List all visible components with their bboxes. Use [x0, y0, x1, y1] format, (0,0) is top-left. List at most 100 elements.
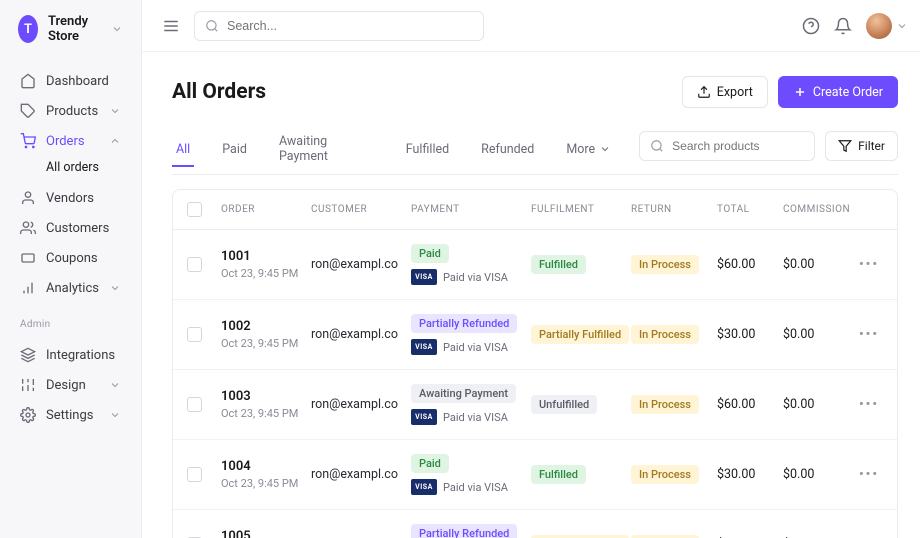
row-actions-button[interactable]: ••• [849, 467, 889, 482]
sidebar-item-label: Design [46, 378, 86, 393]
store-switcher[interactable]: T Trendy Store [0, 14, 141, 60]
sidebar-item-label: Orders [46, 134, 85, 149]
fulfilment-badge: Fulfilled [531, 465, 586, 484]
visa-icon: VISA [411, 409, 437, 425]
customer-email: ron@exampl.co [311, 257, 411, 272]
help-button[interactable] [802, 17, 820, 35]
fulfilment-badge: Fulfilled [531, 255, 586, 274]
sidebar: T Trendy Store Dashboard Products Orders… [0, 0, 142, 538]
customer-email: ron@exampl.co [311, 467, 411, 482]
filter-button[interactable]: Filter [825, 131, 898, 161]
sidebar-item-settings[interactable]: Settings [10, 400, 131, 430]
table-row[interactable]: 1005Oct 23, 9:45 PMron@exampl.coPartiall… [173, 510, 897, 538]
page-title: All Orders [172, 80, 266, 104]
col-order: ORDER [221, 204, 311, 215]
row-checkbox[interactable] [187, 397, 202, 412]
order-id: 1002 [221, 319, 311, 334]
cart-icon [20, 133, 36, 149]
col-payment: PAYMENT [411, 204, 531, 215]
table-row[interactable]: 1004Oct 23, 9:45 PMron@exampl.coPaidVISA… [173, 440, 897, 510]
customer-email: ron@exampl.co [311, 327, 411, 342]
payment-badge: Partially Refunded [411, 314, 517, 333]
table-row[interactable]: 1002Oct 23, 9:45 PMron@exampl.coPartiall… [173, 300, 897, 370]
row-checkbox[interactable] [187, 467, 202, 482]
sidebar-item-integrations[interactable]: Integrations [10, 340, 131, 370]
content: All Orders Export Create Order All Paid … [142, 52, 920, 538]
table-row[interactable]: 1001Oct 23, 9:45 PMron@exampl.coPaidVISA… [173, 230, 897, 300]
chevron-down-icon [111, 23, 123, 35]
sidebar-item-coupons[interactable]: Coupons [10, 243, 131, 273]
order-date: Oct 23, 9:45 PM [221, 407, 311, 420]
chevron-down-icon [109, 379, 121, 391]
select-all-checkbox[interactable] [187, 202, 202, 217]
fulfilment-badge: Partially Fulfilled [531, 325, 629, 344]
visa-icon: VISA [411, 479, 437, 495]
sidebar-item-analytics[interactable]: Analytics [10, 273, 131, 303]
row-actions-button[interactable]: ••• [849, 257, 889, 272]
chevron-down-icon [109, 105, 121, 117]
row-checkbox[interactable] [187, 257, 202, 272]
layers-icon [20, 347, 36, 363]
global-search[interactable] [194, 11, 484, 41]
col-customer: CUSTOMER [311, 204, 411, 215]
export-button[interactable]: Export [682, 76, 768, 108]
plus-icon [793, 85, 807, 99]
chevron-down-icon [109, 409, 121, 421]
store-name: Trendy Store [48, 14, 101, 44]
global-search-input[interactable] [227, 19, 473, 33]
tab-more[interactable]: More [562, 134, 615, 167]
row-actions-button[interactable]: ••• [849, 327, 889, 342]
row-actions-button[interactable]: ••• [849, 397, 889, 412]
sidebar-item-label: Vendors [46, 191, 94, 206]
menu-toggle[interactable] [162, 17, 180, 35]
commission-amount: $0.00 [783, 467, 849, 482]
sidebar-subitem-all-orders[interactable]: All orders [10, 156, 131, 183]
sidebar-item-label: Integrations [46, 348, 115, 363]
orders-table: ORDER CUSTOMER PAYMENT FULFILMENT RETURN… [172, 189, 898, 538]
main: All Orders Export Create Order All Paid … [142, 0, 920, 538]
col-commission: COMMISSION [783, 204, 849, 215]
return-badge: In Process [631, 325, 699, 344]
row-checkbox[interactable] [187, 327, 202, 342]
chevron-down-icon [896, 20, 908, 32]
sidebar-item-dashboard[interactable]: Dashboard [10, 66, 131, 96]
sidebar-item-label: Coupons [46, 251, 98, 266]
sidebar-item-products[interactable]: Products [10, 96, 131, 126]
chevron-down-icon [599, 143, 611, 155]
table-row[interactable]: 1003Oct 23, 9:45 PMron@exampl.coAwaiting… [173, 370, 897, 440]
tabs: All Paid Awaiting Payment Fulfilled Refu… [172, 126, 898, 175]
sidebar-item-orders[interactable]: Orders [10, 126, 131, 156]
sidebar-item-vendors[interactable]: Vendors [10, 183, 131, 213]
commission-amount: $0.00 [783, 397, 849, 412]
home-icon [20, 73, 36, 89]
topbar [142, 0, 920, 52]
ticket-icon [20, 250, 36, 266]
product-search[interactable] [639, 131, 815, 161]
col-return: RETURN [631, 204, 717, 215]
order-date: Oct 23, 9:45 PM [221, 477, 311, 490]
product-search-input[interactable] [672, 139, 827, 153]
tab-refunded[interactable]: Refunded [477, 134, 538, 167]
admin-section-label: Admin [0, 309, 141, 334]
search-icon [205, 19, 219, 33]
order-id: 1003 [221, 389, 311, 404]
tab-paid[interactable]: Paid [218, 134, 251, 167]
sliders-icon [20, 377, 36, 393]
tab-fulfilled[interactable]: Fulfilled [402, 134, 453, 167]
col-fulfilment: FULFILMENT [531, 204, 631, 215]
order-id: 1005 [221, 529, 311, 538]
total-amount: $60.00 [717, 397, 783, 412]
tab-all[interactable]: All [172, 134, 194, 167]
sidebar-item-customers[interactable]: Customers [10, 213, 131, 243]
sidebar-item-label: Products [46, 104, 98, 119]
tab-awaiting[interactable]: Awaiting Payment [275, 126, 378, 174]
paid-via-text: Paid via VISA [443, 271, 508, 284]
chart-icon [20, 280, 36, 296]
notifications-button[interactable] [834, 17, 852, 35]
user-menu[interactable] [866, 13, 908, 39]
sidebar-item-design[interactable]: Design [10, 370, 131, 400]
create-order-button[interactable]: Create Order [778, 76, 898, 108]
avatar [866, 13, 892, 39]
button-label: Export [717, 85, 753, 100]
chevron-up-icon [109, 135, 121, 147]
